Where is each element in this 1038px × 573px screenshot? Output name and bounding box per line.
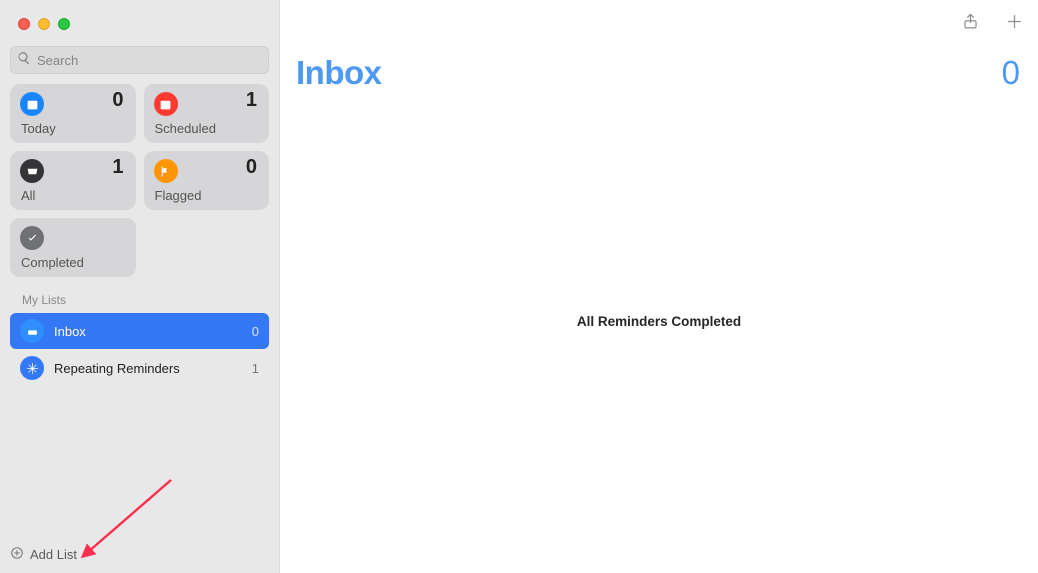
smart-today-label: Today [21,121,56,136]
snowflake-icon [20,356,44,380]
share-button[interactable] [956,10,984,38]
list-rows: Inbox 0 Repeating Reminders 1 [0,313,279,386]
search-field[interactable] [10,46,269,74]
list-item-repeating[interactable]: Repeating Reminders 1 [10,350,269,386]
reminders-app: 0 Today 1 Scheduled 1 All [0,0,1038,573]
zoom-window-icon[interactable] [58,18,70,30]
add-list-button[interactable]: Add List [10,546,77,563]
tray-icon [20,159,44,183]
smart-completed[interactable]: Completed [10,218,136,277]
new-reminder-button[interactable] [1000,10,1028,38]
smart-scheduled-label: Scheduled [155,121,216,136]
smart-all-count: 1 [112,156,123,179]
inbox-icon [20,319,44,343]
flag-icon [154,159,178,183]
list-item-count: 0 [252,324,259,339]
my-lists-header: My Lists [0,277,279,313]
smart-all[interactable]: 1 All [10,151,136,210]
plus-circle-icon [10,546,24,563]
search-wrap [0,40,279,84]
smart-flagged[interactable]: 0 Flagged [144,151,270,210]
smart-flagged-count: 0 [246,156,257,179]
smart-all-label: All [21,188,35,203]
page-title: Inbox [296,54,382,92]
minimize-window-icon[interactable] [38,18,50,30]
smart-scheduled[interactable]: 1 Scheduled [144,84,270,143]
search-icon [17,51,31,70]
page-count: 0 [1002,54,1020,92]
calendar-today-icon [20,92,44,116]
smart-lists: 0 Today 1 Scheduled 1 All [0,84,279,277]
main-panel: Inbox 0 All Reminders Completed [280,0,1038,573]
list-item-inbox[interactable]: Inbox 0 [10,313,269,349]
smart-scheduled-count: 1 [246,89,257,112]
smart-flagged-label: Flagged [155,188,202,203]
share-icon [961,12,980,36]
toolbar [956,10,1028,38]
annotation-arrow-icon [76,476,186,566]
plus-icon [1005,12,1024,36]
sidebar: 0 Today 1 Scheduled 1 All [0,0,280,573]
list-item-label: Inbox [54,324,252,339]
checkmark-icon [20,226,44,250]
add-list-label: Add List [30,547,77,562]
window-controls [0,0,279,40]
list-item-count: 1 [252,361,259,376]
smart-completed-label: Completed [21,255,84,270]
calendar-icon [154,92,178,116]
empty-state-text: All Reminders Completed [280,314,1038,329]
close-window-icon[interactable] [18,18,30,30]
list-item-label: Repeating Reminders [54,361,252,376]
smart-today-count: 0 [112,89,123,112]
smart-today[interactable]: 0 Today [10,84,136,143]
search-input[interactable] [31,53,262,68]
